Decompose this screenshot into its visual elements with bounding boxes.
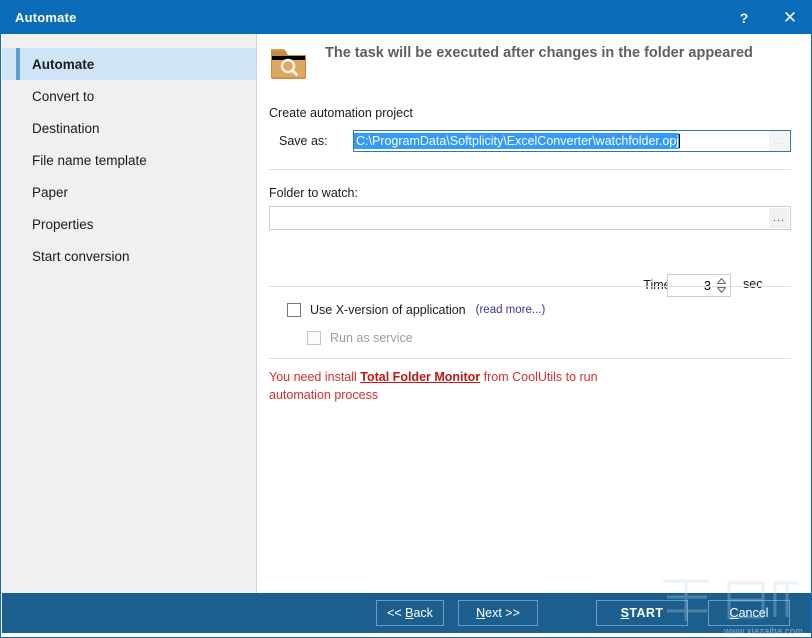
warning-prefix: You need install <box>269 370 361 384</box>
save-as-value: C:\ProgramData\Softplicity\ExcelConverte… <box>354 133 680 149</box>
folder-search-icon <box>271 49 306 79</box>
sidebar-item-destination[interactable]: Destination <box>2 112 256 144</box>
title-bar: Automate ? ✕ <box>1 1 811 34</box>
folder-to-watch-label: Folder to watch: <box>269 186 358 200</box>
automate-dialog-window: Automate ? ✕ Automate Convert to Destina… <box>0 0 812 638</box>
sidebar-item-label: Convert to <box>32 88 95 104</box>
folder-to-watch-browse-button[interactable]: ... <box>769 208 789 228</box>
dialog-body: Automate Convert to Destination File nam… <box>1 34 811 593</box>
cancel-button-label: Cancel <box>729 606 769 620</box>
text-caret <box>679 134 681 148</box>
divider-3 <box>269 358 791 359</box>
sidebar-item-label: File name template <box>32 152 147 168</box>
divider-1 <box>269 169 791 170</box>
use-x-version-row[interactable]: Use X-version of application (read more.… <box>287 303 545 317</box>
sidebar-item-label: Start conversion <box>32 248 130 264</box>
close-icon[interactable]: ✕ <box>767 1 811 34</box>
save-as-label: Save as: <box>279 134 328 148</box>
create-project-label: Create automation project <box>269 106 413 120</box>
sidebar-item-start-conversion[interactable]: Start conversion <box>2 240 256 272</box>
total-folder-monitor-link[interactable]: Total Folder Monitor <box>360 370 480 384</box>
folder-to-watch-input[interactable]: ... <box>269 206 791 230</box>
sidebar-item-automate[interactable]: Automate <box>2 48 256 80</box>
window-title: Automate <box>15 10 77 25</box>
content-header: The task will be executed after changes … <box>269 43 799 81</box>
start-button-label: START <box>620 606 664 620</box>
sidebar-item-label: Automate <box>32 56 95 72</box>
next-button-label: Next >> <box>476 606 520 620</box>
use-x-version-label: Use X-version of application <box>310 303 466 317</box>
back-button[interactable]: << Back <box>376 600 444 626</box>
read-more-link[interactable]: (read more...) <box>476 304 546 316</box>
help-icon[interactable]: ? <box>721 1 767 34</box>
sidebar-item-paper[interactable]: Paper <box>2 176 256 208</box>
run-as-service-label: Run as service <box>330 331 413 345</box>
cancel-button[interactable]: Cancel <box>708 600 790 626</box>
save-as-browse-button[interactable]: ... <box>769 131 789 151</box>
run-as-service-row[interactable]: Run as service <box>307 331 413 345</box>
sidebar-item-label: Paper <box>32 184 69 200</box>
timeout-units-label: sec <box>743 277 763 291</box>
warning-message: You need install Total Folder Monitor fr… <box>269 368 639 404</box>
divider-2 <box>269 286 791 287</box>
sidebar-item-file-name-template[interactable]: File name template <box>2 144 256 176</box>
sidebar-navigation: Automate Convert to Destination File nam… <box>2 34 257 593</box>
sidebar-item-label: Destination <box>32 120 100 136</box>
page-title: The task will be executed after changes … <box>325 45 753 61</box>
save-as-input[interactable]: C:\ProgramData\Softplicity\ExcelConverte… <box>353 130 791 152</box>
dialog-footer: << Back Next >> START Cancel <box>2 593 811 633</box>
sidebar-item-convert-to[interactable]: Convert to <box>2 80 256 112</box>
start-button[interactable]: START <box>596 600 688 626</box>
sidebar-item-label: Properties <box>32 216 94 232</box>
next-button[interactable]: Next >> <box>458 600 538 626</box>
content-pane: The task will be executed after changes … <box>257 34 811 593</box>
sidebar-item-properties[interactable]: Properties <box>2 208 256 240</box>
back-button-label: << Back <box>387 606 433 620</box>
run-as-service-checkbox[interactable] <box>307 331 321 345</box>
use-x-version-checkbox[interactable] <box>287 303 301 317</box>
